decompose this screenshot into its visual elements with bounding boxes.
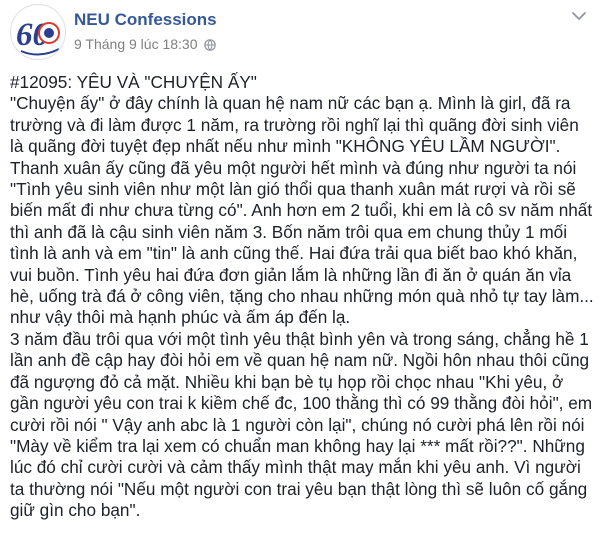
page-name-link[interactable]: NEU Confessions xyxy=(74,10,217,30)
post-text-line: đã ngượng đỏ cả mặt. Nhiều khi bạn bè tụ… xyxy=(10,371,564,392)
post-text-line: vui buồn. Tình yêu hai đứa đơn giản lắm … xyxy=(10,264,572,285)
post-text-line: ta thường nói "Nếu một người con trai yê… xyxy=(10,478,588,499)
post-text-line: gần người yêu con trai k kiềm chế đc, 10… xyxy=(10,393,593,414)
post-text-line: lúc đó chỉ cười cười và cảm thấy mình th… xyxy=(10,457,581,478)
post-text-line: "Mày về kiểm tra lại xem có chuẩn man kh… xyxy=(10,435,585,456)
post-text-line: Thanh xuân ấy cũng đã yêu một người hết … xyxy=(10,157,577,178)
post-text-line: thì anh đã là cậu sinh viên năm 3. Bốn n… xyxy=(10,221,568,242)
post-text-line: hè, uống trà đá ở công viên, tặng cho nh… xyxy=(10,286,594,307)
post-text-line: "Chuyện ấy" ở đây chính là quan hệ nam n… xyxy=(10,93,571,114)
post-text-line: như vậy thôi mà hạnh phúc và ấm áp đến l… xyxy=(10,307,351,328)
post-text-line: lần anh đề cập hay đòi hỏi em về quan hệ… xyxy=(10,350,590,371)
post-text-line: trường và đi làm được 1 năm, ra trường r… xyxy=(10,114,579,135)
post-timestamp[interactable]: 9 Tháng 9 lúc 18:30 xyxy=(74,36,198,52)
post-body: #12095: YÊU VÀ "CHUYỆN ẤY" "Chuyện ấy" ở… xyxy=(10,72,595,522)
post-text-line: biến mất đi như chưa từng có". Anh hơn e… xyxy=(10,200,593,221)
post-text-line: 3 năm đầu trôi qua với một tình yêu thật… xyxy=(10,328,589,349)
page-avatar[interactable]: 60 xyxy=(10,4,66,60)
post-options-chevron-down-icon[interactable] xyxy=(568,6,590,26)
neu-logo-icon: 60 xyxy=(16,17,60,56)
post-text-line: cười rồi nói " Vậy anh abc là 1 người cò… xyxy=(10,414,585,435)
post-header: 60 NEU Confessions 9 Tháng 9 lúc 18:30 xyxy=(10,4,590,64)
post-text-line: #12095: YÊU VÀ "CHUYỆN ẤY" xyxy=(10,72,257,92)
post-meta: 9 Tháng 9 lúc 18:30 xyxy=(74,36,216,52)
post-text-line: là quãng đời tuyệt đẹp nhất nếu như mình… xyxy=(10,136,561,157)
post-text-line: giữ gìn cho bạn". xyxy=(10,500,141,521)
globe-icon[interactable] xyxy=(203,38,216,51)
post-text-line: "Tình yêu sinh viên như một làn gió thổi… xyxy=(10,179,576,200)
post-text-line: tình là anh và em "tin" là anh cũng thế.… xyxy=(10,243,578,264)
